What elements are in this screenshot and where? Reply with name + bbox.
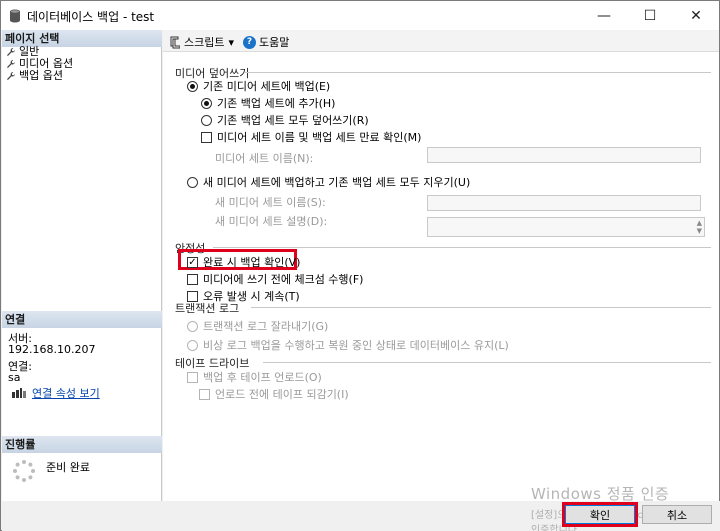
new-media-set-radio[interactable]: 새 미디어 세트에 백업하고 기존 백업 세트 모두 지우기(U) xyxy=(187,174,470,190)
progress-spinner-icon xyxy=(13,460,35,482)
view-connection-properties-label: 연결 속성 보기 xyxy=(32,387,100,400)
group-divider xyxy=(263,362,711,363)
checkbox-indicator: ✓ xyxy=(187,256,198,268)
radio-indicator xyxy=(201,97,212,109)
radio-indicator xyxy=(187,80,198,92)
maximize-button[interactable]: ☐ xyxy=(627,1,673,30)
connection-value: sa xyxy=(8,371,21,384)
media-set-name-input[interactable] xyxy=(427,147,701,163)
existing-media-set-label: 기존 미디어 세트에 백업(E) xyxy=(203,80,331,93)
wrench-icon xyxy=(7,71,15,80)
wrench-icon xyxy=(7,47,15,56)
new-media-set-name-label: 새 미디어 세트 이름(S): xyxy=(215,196,326,209)
truncate-log-radio[interactable]: 트랜잭션 로그 잘라내기(G) xyxy=(187,318,328,334)
group-divider xyxy=(213,247,711,248)
tail-log-backup-label: 비상 로그 백업을 수행하고 복원 중인 상태로 데이터베이스 유지(L) xyxy=(203,339,509,352)
group-divider xyxy=(245,72,711,73)
verify-backup-checkbox[interactable]: ✓ 완료 시 백업 확인(V) xyxy=(187,254,300,270)
radio-indicator xyxy=(187,320,198,332)
close-button[interactable]: ✕ xyxy=(673,1,719,30)
new-media-set-label: 새 미디어 세트에 백업하고 기존 백업 세트 모두 지우기(U) xyxy=(203,176,471,189)
rewind-tape-checkbox[interactable]: 언로드 전에 테이프 되감기(I) xyxy=(199,386,349,402)
help-button[interactable]: ? 도움말 xyxy=(243,34,289,50)
help-icon: ? xyxy=(243,35,256,49)
new-media-set-description-label: 새 미디어 세트 설명(D): xyxy=(215,215,328,228)
script-label: 스크립트 xyxy=(184,36,225,49)
new-media-set-description-input[interactable]: ▲ ▼ xyxy=(427,217,705,237)
scroll-down-icon[interactable]: ▼ xyxy=(697,227,702,235)
progress-status: 준비 완료 xyxy=(46,461,90,474)
existing-media-set-radio[interactable]: 기존 미디어 세트에 백업(E) xyxy=(187,78,330,94)
checksum-label: 미디어에 쓰기 전에 체크섬 수행(F) xyxy=(203,273,364,286)
server-value: 192.168.10.207 xyxy=(8,343,96,356)
radio-indicator xyxy=(187,176,198,188)
transaction-log-group-title: 트랜잭션 로그 xyxy=(175,302,240,315)
left-panel: 페이지 선택 일반 미디어 옵션 백업 옵션 연결 서버: 192.168.10… xyxy=(2,30,162,501)
scroll-arrows-icon[interactable]: ▲ ▼ xyxy=(697,219,702,235)
overwrite-all-backup-sets-radio[interactable]: 기존 백업 세트 모두 덮어쓰기(R) xyxy=(201,112,369,128)
view-connection-properties-link[interactable]: 연결 속성 보기 xyxy=(12,385,100,401)
checkbox-indicator xyxy=(187,273,198,285)
highlight-box-ok xyxy=(562,502,638,527)
media-set-name-label: 미디어 세트 이름(N): xyxy=(215,152,314,165)
nav-item-label: 백업 옵션 xyxy=(19,69,63,82)
maximize-icon: ☐ xyxy=(643,7,657,24)
title-bar: 데이터베이스 백업 - test — ☐ ✕ xyxy=(1,1,719,30)
database-icon xyxy=(10,9,20,23)
script-button[interactable]: 스크립트 ▾ xyxy=(169,34,234,50)
append-backup-set-radio[interactable]: 기존 백업 세트에 추가(H) xyxy=(201,95,335,111)
window-title: 데이터베이스 백업 - test xyxy=(27,10,155,24)
checkbox-indicator xyxy=(187,371,198,383)
toolbar: 스크립트 ▾ ? 도움말 xyxy=(163,30,719,52)
backup-dialog-window: 데이터베이스 백업 - test — ☐ ✕ 페이지 선택 일반 미디어 옵션 … xyxy=(0,0,720,531)
chevron-down-icon[interactable]: ▾ xyxy=(228,36,234,49)
help-label: 도움말 xyxy=(259,36,290,49)
radio-indicator xyxy=(187,339,198,351)
truncate-log-label: 트랜잭션 로그 잘라내기(G) xyxy=(203,320,329,333)
scroll-up-icon[interactable]: ▲ xyxy=(697,219,702,227)
overwrite-all-label: 기존 백업 세트 모두 덮어쓰기(R) xyxy=(217,114,369,127)
check-media-name-expiry-label: 미디어 세트 이름 및 백업 세트 만료 확인(M) xyxy=(217,131,422,144)
checkbox-indicator xyxy=(201,131,212,143)
append-backup-set-label: 기존 백업 세트에 추가(H) xyxy=(217,97,336,110)
cancel-button[interactable]: 취소 xyxy=(642,505,712,524)
tail-log-backup-radio[interactable]: 비상 로그 백업을 수행하고 복원 중인 상태로 데이터베이스 유지(L) xyxy=(187,337,509,353)
activation-watermark-title: Windows 정품 인증 xyxy=(531,485,670,503)
verify-backup-label: 완료 시 백업 확인(V) xyxy=(203,256,301,269)
close-icon: ✕ xyxy=(690,7,702,24)
nav-item-backup-options[interactable]: 백업 옵션 xyxy=(6,69,63,82)
progress-header: 진행률 xyxy=(2,436,162,453)
check-media-name-expiry-checkbox[interactable]: 미디어 세트 이름 및 백업 세트 만료 확인(M) xyxy=(201,129,421,145)
right-panel: 스크립트 ▾ ? 도움말 미디어 덮어쓰기 기존 미디어 세트에 백업(E) 기… xyxy=(163,30,719,501)
checksum-checkbox[interactable]: 미디어에 쓰기 전에 체크섬 수행(F) xyxy=(187,271,363,287)
radio-indicator xyxy=(201,114,212,126)
script-icon xyxy=(170,36,180,48)
unload-tape-label: 백업 후 테이프 언로드(O) xyxy=(203,371,322,384)
new-media-set-name-input[interactable] xyxy=(427,195,701,211)
wrench-icon xyxy=(7,59,15,68)
connection-header: 연결 xyxy=(2,311,162,328)
unload-tape-checkbox[interactable]: 백업 후 테이프 언로드(O) xyxy=(187,369,322,385)
rewind-tape-label: 언로드 전에 테이프 되감기(I) xyxy=(215,388,349,401)
minimize-icon: — xyxy=(597,7,611,24)
minimize-button[interactable]: — xyxy=(581,1,627,30)
group-divider xyxy=(251,307,711,308)
checkbox-indicator xyxy=(199,388,210,400)
connection-properties-icon xyxy=(12,388,26,398)
